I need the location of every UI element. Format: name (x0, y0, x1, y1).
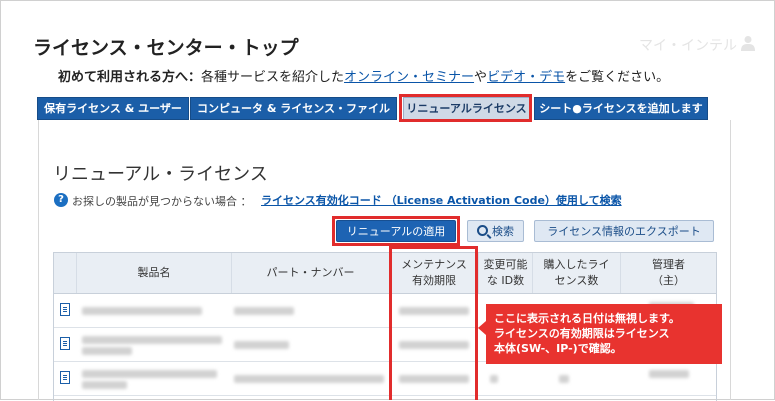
blurred-product-name (82, 307, 202, 315)
header-admin-line2: （主） (652, 274, 685, 287)
blurred-product-name (82, 347, 132, 355)
blurred-part-number (234, 307, 294, 315)
document-icon[interactable] (60, 371, 70, 384)
tab-highlight-box (399, 94, 532, 122)
my-intel-link[interactable]: マイ・インテル (639, 35, 737, 55)
blurred-part-number (234, 341, 289, 349)
section-title: リニューアル・ライセンス (53, 164, 268, 185)
blurred-product-name (82, 381, 127, 389)
license-activation-code-link[interactable]: ライセンス有効化コード （License Activation Code）使用し… (261, 192, 622, 208)
tab-licenses-users[interactable]: 保有ライセンス & ユーザー (37, 97, 189, 120)
blurred-part-number (234, 375, 384, 383)
export-license-info-button[interactable]: ライセンス情報のエクスポート (534, 220, 714, 242)
expiry-column-highlight-box (389, 246, 478, 400)
blurred-product-name (82, 336, 222, 344)
search-button-label: 検索 (492, 225, 514, 238)
callout-line: ここに表示される日付は無視します。 (494, 312, 680, 325)
intro-text: 各種サービスを紹介した (201, 70, 345, 85)
header-purchased-line2: センス数 (554, 274, 599, 287)
callout-line: ライセンスの有効期限はライセンス (494, 327, 670, 340)
blurred-admin (649, 370, 689, 378)
table-header: 製品名 パート・ナンバー メンテナンス 有効期限 変更可能 な ID数 購入した… (54, 253, 716, 294)
user-icon[interactable] (741, 35, 755, 51)
header-product-name[interactable]: 製品名 (76, 253, 231, 293)
help-text: お探しの製品が見つからない場合 ： (72, 195, 252, 208)
header-purchased-line1: 購入したライ (543, 258, 610, 271)
header-changeable-line1: 変更可能 (483, 258, 528, 271)
header-changeable-ids[interactable]: 変更可能 な ID数 (478, 253, 532, 293)
intro-text: や (474, 70, 488, 85)
intro-lead: 初めて利用される方へ： (58, 70, 202, 85)
header-admin-primary[interactable]: 管理者 （主） (620, 253, 716, 293)
annotation-callout: ここに表示される日付は無視します。 ライセンスの有効期限はライセンス 本体(SW… (486, 304, 722, 364)
header-purchased-licenses[interactable]: 購入したライ センス数 (532, 253, 620, 293)
callout-arrow (478, 321, 486, 335)
blurred-product-name (82, 370, 217, 378)
online-seminar-link[interactable]: オンライン・セミナー (344, 70, 474, 85)
search-icon (477, 225, 488, 236)
intro-message: 初めて利用される方へ：各種サービスを紹介したオンライン・セミナーやビデオ・デモを… (58, 66, 669, 85)
page-title: ライセンス・センター・トップ (33, 37, 299, 59)
header-icon-col (54, 253, 76, 293)
tab-add-seat-license[interactable]: シート●ライセンスを追加します (534, 97, 708, 120)
intro-text: をご覧ください。 (565, 70, 670, 85)
blurred-purchased-count (559, 375, 569, 383)
header-admin-line1: 管理者 (652, 258, 685, 271)
tab-computers-license-files[interactable]: コンピュータ & ライセンス・ファイル (190, 97, 397, 120)
help-icon: ? (54, 193, 68, 207)
document-icon[interactable] (60, 337, 70, 350)
header-changeable-line2: な ID数 (486, 274, 525, 287)
search-button[interactable]: 検索 (467, 220, 524, 242)
table-row[interactable] (54, 362, 716, 396)
apply-button-highlight-box (332, 216, 460, 246)
video-demo-link[interactable]: ビデオ・デモ (487, 70, 565, 85)
header-part-number[interactable]: パート・ナンバー (231, 253, 389, 293)
callout-line: 本体(SW-、IP-)で確認。 (494, 342, 622, 355)
blurred-changeable-count (490, 375, 498, 383)
document-icon[interactable] (60, 303, 70, 316)
